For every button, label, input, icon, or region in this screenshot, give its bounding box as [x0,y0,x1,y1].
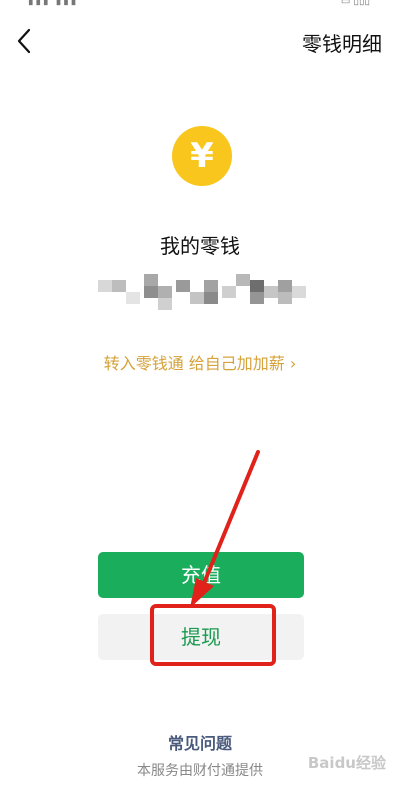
baidu-watermark: Baidu经验 [307,754,386,772]
annotation-arrow-icon [190,450,260,608]
faq-link[interactable]: 常见问题 [0,730,400,754]
